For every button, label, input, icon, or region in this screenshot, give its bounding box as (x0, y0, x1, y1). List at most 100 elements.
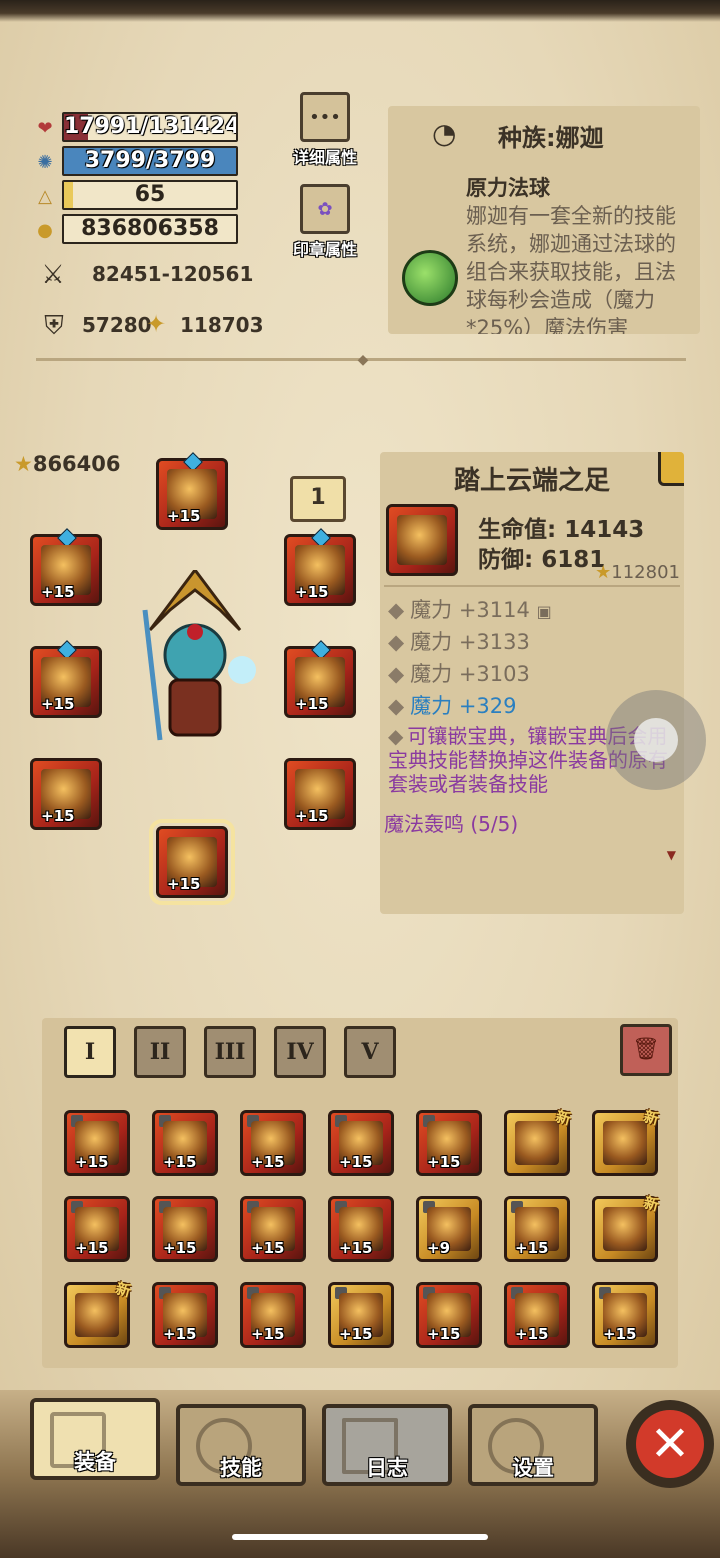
item-hp-stat: 生命值: 14143 (478, 517, 645, 543)
seal-attributes-button[interactable]: ✿ 印章属性 (290, 184, 360, 260)
assistive-touch-button[interactable] (606, 690, 706, 790)
heart-icon: ❤ (37, 118, 53, 139)
attack-value: 82451-120561 (92, 262, 254, 286)
equip-slot-helmet[interactable]: +15 (156, 452, 228, 530)
inventory-item[interactable]: +15 (240, 1196, 306, 1262)
nav-skill-label: 技能 (220, 1456, 262, 1480)
level-icon: △ (38, 186, 52, 207)
equip-slot-boots[interactable]: +15 (149, 819, 235, 905)
inventory-item[interactable]: +15 (504, 1196, 570, 1262)
nav-equip-button[interactable]: 装备 (30, 1398, 160, 1480)
race-panel[interactable]: ◔ 种族:娜迦 原力法球 娜迦有一套全新的技能系统，娜迦通过法球的组合来获取技能… (388, 106, 700, 334)
hammer-icon (515, 1121, 559, 1165)
equipment-set-badge[interactable]: 1 (290, 476, 346, 522)
new-badge: 新 (641, 1107, 661, 1129)
inventory-tab-2[interactable]: II (134, 1026, 186, 1078)
enhance-level: +15 (41, 695, 75, 713)
seal-attributes-label: 印章属性 (292, 240, 357, 259)
enhance-level: +15 (339, 1153, 373, 1171)
ellipsis-icon: ••• (300, 92, 350, 142)
inventory-tab-5[interactable]: V (344, 1026, 396, 1078)
inventory-item[interactable]: +15 (152, 1110, 218, 1176)
inventory-item[interactable]: +15 (592, 1282, 658, 1348)
trash-button[interactable]: 🗑 (620, 1024, 672, 1076)
nav-log-label: 日志 (366, 1456, 408, 1480)
enhance-level: +15 (515, 1325, 549, 1343)
inventory-tab-1[interactable]: I (64, 1026, 116, 1078)
divider-ornament-icon: ◆ (357, 352, 369, 368)
hero-score: ★866406 (14, 452, 121, 476)
image-icon[interactable]: ▣ (537, 602, 552, 621)
inventory-item[interactable]: +15 (504, 1282, 570, 1348)
equip-slot-belt[interactable]: +15 (284, 758, 356, 830)
hp-value: 17991/131424 (64, 114, 238, 139)
torn-top-edge (0, 0, 720, 22)
detail-separator (384, 585, 680, 587)
inventory-item-new[interactable]: 新 (504, 1107, 573, 1176)
affix-text: 魔力 +3114 (410, 598, 530, 622)
close-button[interactable]: ✕ (626, 1400, 714, 1488)
affix-row: ◆ 魔力 +3103 (388, 658, 530, 688)
equip-slot-necklace[interactable]: +15 (284, 528, 356, 606)
inventory-item[interactable]: +15 (240, 1282, 306, 1348)
nav-settings-button[interactable]: 设置 (468, 1404, 598, 1486)
item-score-value: 112801 (611, 562, 680, 583)
item-name: 踏上云端之足 (453, 466, 610, 496)
affix-row: ◆ 魔力 +3133 (388, 626, 530, 656)
inventory-item[interactable]: +15 (152, 1196, 218, 1262)
inventory-item-new[interactable]: 新 (592, 1107, 661, 1176)
gold-value: 836806358 (81, 216, 219, 241)
lock-icon[interactable] (658, 452, 684, 486)
diamond-bullet-icon: ◆ (388, 694, 405, 718)
inventory-item[interactable]: +15 (416, 1110, 482, 1176)
enhance-level: +15 (41, 807, 75, 825)
inventory-item[interactable]: +15 (64, 1196, 130, 1262)
inventory-item[interactable]: +9 (416, 1196, 482, 1262)
inventory-item[interactable]: +15 (240, 1110, 306, 1176)
hp-bar: 17991/131424 (62, 112, 238, 142)
item-preview (386, 504, 458, 576)
home-indicator[interactable] (232, 1534, 488, 1540)
inventory-item[interactable]: +15 (328, 1282, 394, 1348)
naga-avatar-icon (402, 250, 458, 306)
new-badge: 新 (553, 1107, 573, 1129)
item-score: ★112801 (595, 562, 680, 583)
diamond-bullet-icon: ◆ (388, 630, 405, 654)
enhance-level: +15 (251, 1325, 285, 1343)
detail-attributes-button[interactable]: ••• 详细属性 (290, 92, 360, 168)
equip-slot-shoulder[interactable]: +15 (30, 528, 102, 606)
inventory-item-new[interactable]: 新 (592, 1193, 661, 1262)
nav-log-button[interactable]: 日志 (322, 1404, 452, 1486)
scroll-down-icon[interactable]: ▼ (667, 848, 676, 862)
enhance-level: +15 (295, 695, 329, 713)
inventory-item[interactable]: +15 (328, 1110, 394, 1176)
inventory-tab-3[interactable]: III (204, 1026, 256, 1078)
equip-slot-weapon[interactable]: +15 (30, 640, 102, 718)
boots-icon (397, 515, 447, 565)
enhance-level: +15 (163, 1325, 197, 1343)
enhance-level: +15 (427, 1153, 461, 1171)
inventory-tab-4[interactable]: IV (274, 1026, 326, 1078)
item-detail-panel: 踏上云端之足 生命值: 14143 防御: 6181 ★112801 ◆ 魔力 +… (380, 452, 684, 914)
enhance-level: +15 (339, 1239, 373, 1257)
enhance-level: +15 (75, 1153, 109, 1171)
set-name: 魔法轰鸣 (5/5) (384, 812, 519, 836)
inventory-item[interactable]: +15 (64, 1110, 130, 1176)
gold-bar: 836806358 (62, 214, 238, 244)
inventory-item-new[interactable]: 新 (64, 1279, 133, 1348)
equip-slot-armor[interactable]: +15 (284, 640, 356, 718)
affix-row: ◆ 魔力 +329 (388, 690, 517, 720)
nav-skill-button[interactable]: 技能 (176, 1404, 306, 1486)
seal-icon: ✿ (300, 184, 350, 234)
assistive-touch-inner (634, 718, 678, 762)
inventory-item[interactable]: +15 (328, 1196, 394, 1262)
inventory-item[interactable]: +15 (416, 1282, 482, 1348)
level-value: 65 (134, 182, 166, 207)
inventory-item[interactable]: +15 (152, 1282, 218, 1348)
enhance-level: +15 (75, 1239, 109, 1257)
shield-icon: ⛨ (44, 311, 64, 341)
equip-slot-gloves[interactable]: +15 (30, 758, 102, 830)
enhance-level: +15 (515, 1239, 549, 1257)
hero-portrait (142, 570, 256, 741)
race-title: 种族:娜迦 (498, 124, 604, 152)
